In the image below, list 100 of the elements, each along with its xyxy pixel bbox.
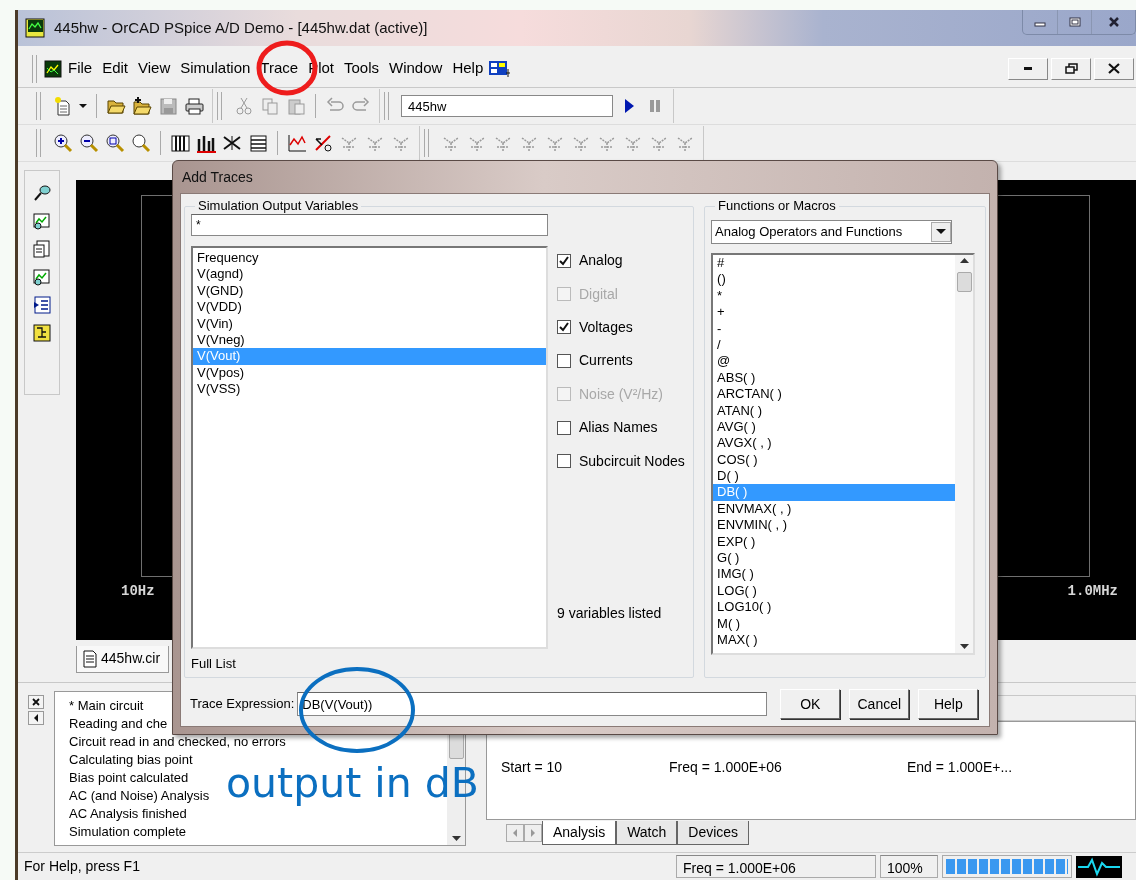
zoom-level: 100% (880, 855, 938, 878)
check-icon (559, 322, 569, 333)
checkbox[interactable] (557, 253, 571, 268)
check-icon (559, 255, 569, 266)
status-text: For Help, press F1 (24, 857, 140, 876)
field-label: Trace Expression: (190, 695, 295, 714)
collapse-button[interactable] (28, 711, 44, 725)
close-icon (1107, 16, 1120, 28)
menu-item[interactable]: View (133, 57, 176, 80)
list-item[interactable]: V(GND) (193, 282, 546, 300)
close-button[interactable] (28, 695, 44, 709)
tab[interactable]: Analysis (542, 821, 617, 845)
list-item[interactable]: # (713, 255, 956, 272)
probe-icon[interactable] (32, 183, 52, 203)
analysis-value: Freq = 1.000E+06 (669, 758, 783, 777)
plot-window-icon[interactable] (32, 267, 52, 287)
list-item[interactable]: Frequency (193, 250, 546, 267)
zoom-in-icon[interactable] (53, 133, 73, 153)
list-item[interactable]: () (713, 271, 956, 288)
tab[interactable]: Watch (616, 821, 678, 845)
menu-item[interactable]: Simulation (175, 57, 256, 80)
expression-field[interactable]: DB(V(Vout)) (297, 692, 768, 716)
list-item[interactable]: V(VSS) (193, 381, 546, 398)
cross-icon[interactable] (222, 133, 242, 153)
minimize-button[interactable] (1008, 57, 1048, 80)
list-item[interactable]: + (713, 304, 956, 321)
checkbox[interactable] (557, 454, 571, 469)
document-icon[interactable] (43, 58, 63, 79)
list-item[interactable]: ENVMAX( , ) (713, 500, 956, 518)
list-item[interactable]: AVG( ) (713, 418, 956, 436)
list-item[interactable]: COS( ) (713, 451, 956, 469)
log-line: Circuit read in and checked, no errors (69, 733, 286, 751)
list-item[interactable]: V(agnd) (193, 266, 546, 283)
columns-icon[interactable] (170, 133, 190, 153)
checkbox-label: Currents (579, 351, 633, 371)
scrollbar[interactable] (955, 255, 974, 653)
analysis-value: End = 1.000E+... (907, 758, 1013, 777)
text-file-icon[interactable] (32, 239, 52, 259)
checkbox[interactable] (557, 420, 571, 435)
schematic-icon[interactable] (32, 323, 52, 343)
group-title: Simulation Output Variables (197, 198, 360, 214)
list-item[interactable]: IMG( ) (713, 566, 956, 583)
list-item[interactable]: V(Vin) (193, 315, 546, 332)
list-item[interactable]: V(Vpos) (193, 364, 546, 382)
checkbox[interactable] (557, 353, 571, 368)
list-item[interactable]: ATAN( ) (713, 402, 956, 419)
list-item[interactable]: ABS( ) (713, 369, 956, 387)
checkbox[interactable] (557, 320, 571, 335)
spectrum-icon[interactable] (196, 133, 216, 153)
scrollbar-thumb[interactable] (956, 272, 972, 292)
dialog-button[interactable]: Help (918, 689, 979, 719)
category-dropdown[interactable]: Analog Operators and Functions (711, 220, 953, 244)
profile-field[interactable]: 445hw (401, 95, 613, 117)
list-item[interactable]: D( ) (713, 468, 956, 485)
zoom-out-icon[interactable] (79, 133, 99, 153)
list-item[interactable]: - (713, 320, 956, 337)
list-item[interactable]: ARCTAN( ) (713, 386, 956, 403)
new-document-icon[interactable] (53, 96, 73, 116)
list-item[interactable]: V(Vneg) (193, 331, 546, 349)
window-tile-icon[interactable] (488, 58, 511, 79)
dialog-button[interactable]: OK (780, 689, 841, 719)
list-item[interactable]: V(VDD) (193, 299, 546, 316)
list-item[interactable]: / (713, 336, 956, 354)
group-title: Functions or Macros (717, 198, 837, 214)
menu-item[interactable]: File (63, 57, 98, 80)
zoom-area-icon[interactable] (105, 133, 125, 153)
plot-window-icon[interactable] (32, 211, 52, 231)
tab[interactable]: Devices (677, 821, 750, 845)
menu-item[interactable]: Help (447, 57, 489, 80)
folder-plus-icon[interactable] (132, 96, 152, 116)
filter-field[interactable]: * (191, 214, 548, 236)
list-item[interactable]: G( ) (713, 550, 956, 567)
close-icon (31, 697, 41, 707)
list-item[interactable]: M( ) (713, 615, 956, 632)
list-item[interactable]: AVGX( , ) (713, 435, 956, 452)
checkbox-label: Noise (V²/Hz) (579, 384, 663, 404)
list-item[interactable]: EXP( ) (713, 533, 956, 551)
dialog-button[interactable]: Cancel (849, 689, 910, 719)
menu-item[interactable]: Edit (97, 57, 134, 80)
outline-icon[interactable] (32, 295, 52, 315)
list-item[interactable]: ENVMIN( , ) (713, 517, 956, 534)
document-icon (82, 649, 98, 668)
document-tab[interactable]: 445hw.cir (76, 646, 170, 673)
printer-icon[interactable] (184, 96, 204, 116)
menu-item[interactable]: Tools (339, 57, 384, 80)
search-icon[interactable] (131, 133, 151, 153)
list-item[interactable]: LOG( ) (713, 582, 956, 600)
list-item[interactable]: * (713, 287, 956, 305)
list-item[interactable]: LOG10( ) (713, 599, 956, 616)
chart-icon[interactable] (287, 133, 307, 153)
list-item[interactable]: @ (713, 353, 956, 370)
log-line: Simulation complete (69, 823, 187, 841)
right-arrow-icon (529, 828, 537, 838)
list-icon[interactable] (248, 133, 268, 153)
waveform-icon (1076, 855, 1122, 878)
axis-label: 10Hz (121, 582, 155, 601)
menu-item[interactable]: Window (384, 57, 448, 80)
list-item[interactable]: MAX( ) (713, 632, 956, 649)
slash-icon[interactable] (313, 133, 333, 153)
restore-button[interactable] (1051, 57, 1091, 80)
